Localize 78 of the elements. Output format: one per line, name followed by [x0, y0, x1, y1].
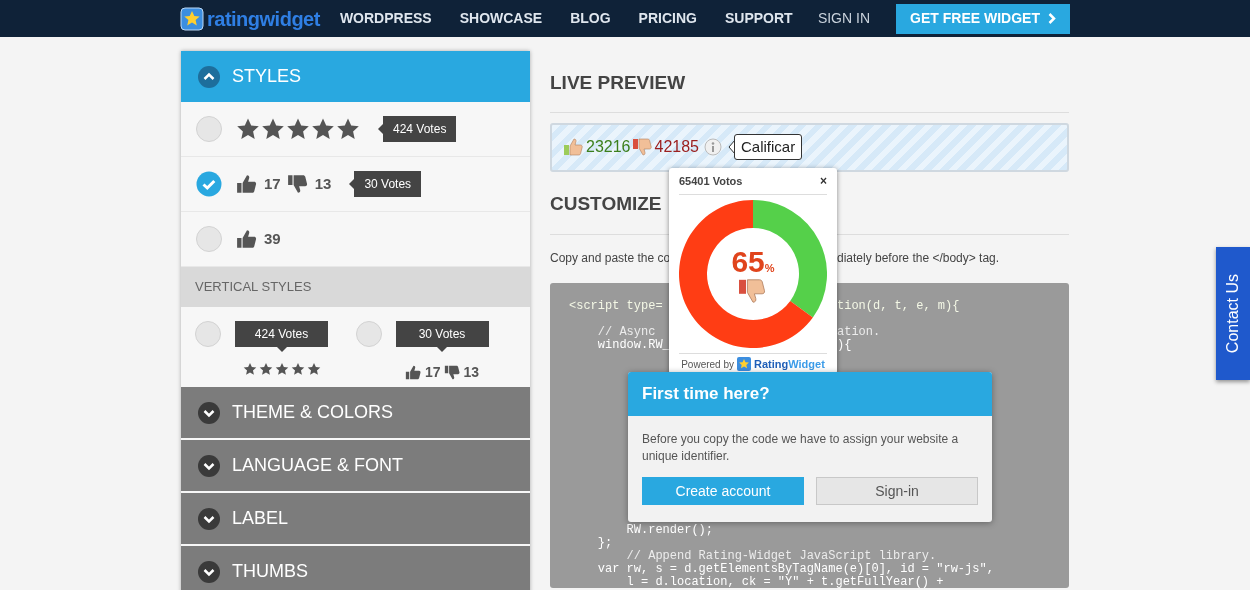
thumbs-up-icon [564, 137, 584, 157]
instructions-text: diately before the </body> tag. [837, 250, 1001, 267]
nav-link[interactable]: PRICING [638, 8, 697, 29]
code-line: <script type= [569, 300, 664, 313]
sign-in-link[interactable]: SIGN IN [817, 8, 870, 29]
nav-link[interactable]: WORDPRESS [339, 8, 432, 29]
section-subheading: VERTICAL STYLES [181, 267, 530, 307]
nav-link[interactable]: SHOWCASE [459, 8, 543, 29]
expand-icon [198, 507, 220, 530]
dialog-title: First time here? [628, 372, 992, 416]
logo-text[interactable]: ratingwidget [207, 3, 320, 34]
star-icon [242, 362, 257, 376]
nav-link[interactable]: BLOG [570, 8, 611, 29]
vote-count: 17 [424, 363, 441, 382]
accordion-header[interactable]: LANGUAGE & FONT [181, 440, 530, 491]
vote-count: 39 [264, 228, 281, 249]
code-line: var rw, s = d.getElementsByTagName(e)[0], id = "rw-js", [596, 563, 995, 576]
vote-count: 17 [264, 173, 281, 194]
vote-count: 13 [314, 173, 332, 194]
code-line: RW.render(); [625, 524, 715, 537]
expand-icon [198, 401, 220, 424]
votes-tooltip: 30 Votes [395, 321, 489, 352]
chevron-right-icon [1047, 13, 1056, 24]
collapse-icon [198, 65, 220, 88]
star-icon [258, 362, 273, 376]
star-icon [306, 362, 321, 376]
votes-tooltip: 424 Votes [378, 116, 457, 142]
contact-us-tab[interactable]: Contact Us [1216, 247, 1250, 380]
radio-button[interactable] [196, 116, 222, 142]
star-icon [236, 117, 260, 141]
pointer-icon [728, 140, 735, 154]
radio-button[interactable] [195, 321, 221, 347]
thumbs-up-icon [236, 173, 258, 195]
code-line: }; [596, 537, 614, 550]
thumbs-down-icon [443, 364, 461, 381]
popup-title: 65401 Votos [679, 173, 743, 189]
star-icon [311, 117, 335, 141]
info-icon [704, 138, 722, 156]
dialog-text: Before you copy the code we have to assign your website a unique identifier. [641, 431, 960, 465]
percent-sign: % [764, 262, 775, 276]
code-line: // Append Rating-Widget JavaScript library. [625, 550, 938, 563]
star-icon [274, 362, 289, 376]
star-icon [336, 117, 360, 141]
expand-icon [198, 560, 220, 583]
percent-value: 65 [731, 247, 765, 277]
code-line: ation. [837, 326, 882, 339]
star-icon [290, 362, 305, 376]
code-line: tion(d, t, e, m){ [837, 300, 961, 313]
accordion-header[interactable]: LABEL [181, 493, 530, 544]
thumbs-down-icon [286, 173, 309, 195]
close-button[interactable]: × [820, 172, 827, 190]
star-icon [286, 117, 310, 141]
checked-radio[interactable] [196, 171, 222, 197]
accordion-header[interactable]: THEME & COLORS [181, 387, 530, 438]
nav-link[interactable]: SUPPORT [724, 8, 793, 29]
sign-in-button[interactable]: Sign-in [816, 477, 978, 505]
code-line: l = d.location, ck = "Y" + t.getFullYear() + [625, 576, 945, 588]
logo-star-icon [737, 357, 751, 371]
brand-link[interactable]: RatingWidget [754, 355, 825, 373]
star-icon [261, 117, 285, 141]
thumbs-up-icon [404, 364, 422, 381]
thumbs-up-icon [236, 228, 258, 250]
accordion-header[interactable]: THUMBS [181, 546, 530, 590]
radio-button[interactable] [196, 226, 222, 252]
radio-button[interactable] [355, 321, 382, 347]
like-count: 23216 [586, 137, 631, 157]
dislike-count: 42185 [654, 137, 699, 157]
code-line: ){ [837, 339, 853, 352]
votes-tooltip: 424 Votes [235, 321, 328, 352]
thumbs-down-icon [739, 277, 767, 305]
section-heading: LIVE PREVIEW [550, 69, 1069, 113]
vote-count: 13 [463, 363, 480, 382]
code-line: window.RW_ [596, 339, 669, 352]
code-line: // Async [596, 326, 657, 339]
thumbs-down-icon [632, 137, 653, 157]
votes-tooltip: 30 Votes [349, 171, 422, 197]
expand-icon [198, 454, 220, 477]
powered-by-text: Powered by [681, 357, 734, 372]
